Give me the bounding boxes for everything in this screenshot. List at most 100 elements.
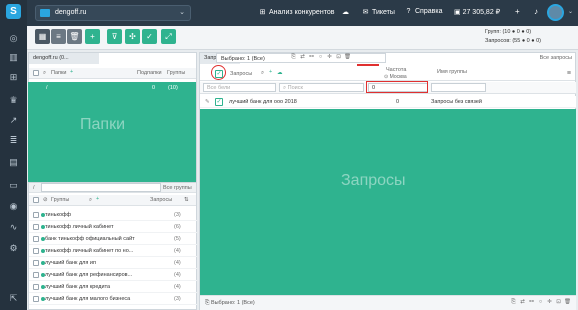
sidebar: S ◎ ▥ ⊞ ♛ ↗ ≣ ▤ ▭ ◉ ∿ ⚙ ⇱ [0,0,27,310]
cloud-icon[interactable]: ☁ [341,8,352,16]
groups-path-row: / Все группы [29,183,196,193]
toolbar: ▦ ≡ 🗑 + ⊽ ✣ ✓ ⤢ Групп: (10 ● 0 ● 0) Запр… [27,26,578,50]
filter-input[interactable]: Все бели [203,83,276,92]
highlight-freq-filter [366,81,428,93]
list-item[interactable]: тинькофф личный кабинет (6) [29,221,197,233]
list-item[interactable]: лучший банк для рефинансиров... (4) [29,269,197,281]
move-icon[interactable]: ⇄ [298,54,307,60]
ticket-icon: ✉ [362,9,369,16]
sort-icon[interactable]: ⇅ [184,197,189,203]
all-queries-link[interactable]: Все запросы [540,55,572,61]
tickets-link[interactable]: ✉ Тикеты [361,8,395,16]
queries-header: ✓ Запросы ⌕ + ☁ Частота ⊙ Москва Имя гру… [200,67,575,81]
chevron-down-icon[interactable]: ⌄ [568,8,573,15]
folders-search-icon[interactable]: ⌕ [43,70,46,77]
row-checkbox[interactable] [33,260,39,266]
list-item[interactable]: лучший банк для малого бизнеса (3) [29,293,197,305]
select-all-groups-checkbox[interactable] [33,197,39,203]
copy-icon[interactable]: ⎘ [509,299,518,306]
group-filter-input[interactable] [431,83,486,92]
layers-icon[interactable]: ≣ [7,135,20,146]
trash-icon[interactable]: 🗑 [563,299,572,305]
link-icon[interactable]: ⚯ [527,299,536,305]
list-view-icon[interactable]: ≡ [51,29,66,44]
trash-icon[interactable]: 🗑 [67,29,82,44]
trash-icon[interactable]: 🗑 [343,54,352,60]
project-select[interactable]: dengoff.ru ⌄ [35,5,191,21]
move-cross-icon[interactable]: ✛ [325,54,334,60]
wallet-icon: ▣ [454,9,461,16]
counter-box: Групп: (10 ● 0 ● 0) Запросов: (55 ● 0 ● … [485,29,541,44]
row-checkbox[interactable] [33,236,39,242]
grid-view-icon[interactable]: ▦ [35,29,50,44]
footer-actions: ⎘ ⇄ ⚯ ○ ✛ ⊡ 🗑 [509,299,572,306]
folders-watermark: Папки [80,116,125,133]
selected-count: ⎘ Выбрано: 1 (Все) [205,300,255,306]
circle-icon[interactable]: ○ [316,54,325,60]
monitor-icon[interactable]: ▭ [7,180,20,191]
row-checkbox[interactable]: ✓ [215,98,223,106]
filter-icon[interactable]: ⊽ [107,29,122,44]
selection-tooltip: Выбрано: 1 (Все) ⎘ ⇄ ⚯ ○ ✛ ⊡ 🗑 [216,53,386,63]
folder-row-root[interactable]: / 0 (10) [28,82,196,94]
add-group-icon[interactable]: + [96,196,99,202]
row-checkbox[interactable] [33,224,39,230]
cluster-icon[interactable]: ✣ [125,29,140,44]
move-cross-icon[interactable]: ✛ [545,299,554,305]
search-input[interactable]: ⌕ Поиск [279,83,364,92]
select-all-checkbox[interactable] [33,70,39,76]
edit-icon[interactable]: ✎ [205,99,210,105]
exit-icon[interactable]: ⇱ [7,293,20,304]
cloud-icon[interactable]: ☁ [277,70,283,76]
link-icon[interactable]: ⚯ [307,54,316,60]
dashboard-icon[interactable]: ◎ [7,33,20,44]
logo[interactable]: S [6,4,21,19]
list-item[interactable]: тинькофф личный кабинет по но... (4) [29,245,197,257]
groups-search-icon[interactable]: ⌕ [89,197,92,204]
folder-icon [40,9,50,17]
line-chart-icon[interactable]: ↗ [7,115,20,126]
avatar[interactable] [547,4,564,21]
row-checkbox[interactable] [33,248,39,254]
list-item[interactable]: лучший банк для кредита (4) [29,281,197,293]
help-link[interactable]: ? Справка [404,8,443,15]
trophy-icon[interactable]: ♛ [7,95,20,106]
top-bar: dengoff.ru ⌄ ⊞ Анализ конкурентов ☁ ✉ Тике… [27,0,578,26]
graph-icon[interactable]: ∿ [7,222,20,233]
path-input[interactable] [41,183,161,192]
edit-icon[interactable]: ⊡ [554,299,563,305]
tooltip-actions: ⎘ ⇄ ⚯ ○ ✛ ⊡ 🗑 [289,54,352,61]
list-item[interactable]: лучший банк для ип (4) [29,257,197,269]
add-query-icon[interactable]: + [269,69,272,75]
check-list-icon[interactable]: ✓ [142,29,157,44]
group-icon: ⊘ [43,197,48,203]
row-checkbox[interactable] [33,284,39,290]
table-row[interactable]: ✎ ✓ лучший банк для ооо 2018 0 Запросы б… [200,96,576,108]
chart-icon[interactable]: ▥ [7,52,20,63]
groups-list: тинькофф (3) тинькофф личный кабинет (6)… [29,209,197,309]
move-icon[interactable]: ⇄ [518,299,527,305]
sitemap-icon[interactable]: ⊞ [7,72,20,83]
add-funds-button[interactable]: + [515,7,520,16]
add-icon[interactable]: + [85,29,100,44]
settings-icon[interactable]: ⚙ [7,243,20,254]
expand-icon[interactable]: ⤢ [161,29,176,44]
groups-header: ⊘ Группы ⌕ + Запросы ⇅ [29,195,196,206]
menu-icon[interactable]: ≡ [567,70,571,77]
row-checkbox[interactable] [33,272,39,278]
balance[interactable]: ▣ 27 305,82 ₽ [454,8,500,16]
grid-icon[interactable]: ▤ [7,157,20,168]
add-folder-icon[interactable]: + [70,69,73,75]
queries-body: Запросы [200,109,576,296]
bell-icon[interactable]: ♪ [534,7,538,16]
row-checkbox[interactable] [33,296,39,302]
competitor-analysis-link[interactable]: ⊞ Анализ конкурентов [258,8,335,16]
list-item[interactable]: тинькофф (3) [29,209,197,221]
circle-icon[interactable]: ○ [536,299,545,305]
queries-search-icon[interactable]: ⌕ [261,70,264,77]
row-checkbox[interactable] [33,212,39,218]
copy-icon[interactable]: ⎘ [289,54,298,61]
edit-icon[interactable]: ⊡ [334,54,343,60]
list-item[interactable]: банк тинькофф официальный сайт (5) [29,233,197,245]
target-icon[interactable]: ◉ [7,201,20,212]
